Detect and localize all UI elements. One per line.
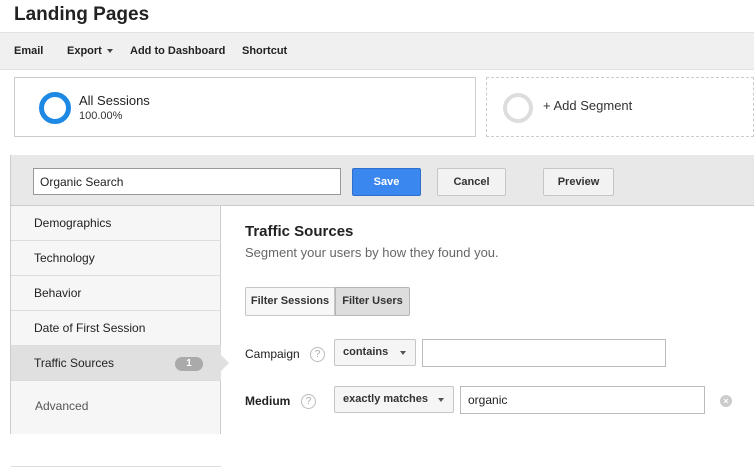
export-label: Export — [67, 45, 102, 57]
segment-editor-header: Save Cancel Preview — [11, 155, 754, 206]
export-dropdown[interactable]: Export — [67, 45, 113, 57]
segment-all-sessions[interactable]: All Sessions 100.00% — [14, 77, 476, 137]
campaign-label: Campaign — [245, 347, 300, 361]
shortcut-button[interactable]: Shortcut — [242, 45, 287, 57]
segment-name-input[interactable] — [33, 168, 341, 195]
segment-editor: Save Cancel Preview Demographics Technol… — [10, 155, 754, 467]
panel-subtitle: Segment your users by how they found you… — [245, 245, 499, 260]
sidebar-advanced-heading: Advanced — [35, 399, 89, 413]
medium-help-icon[interactable]: ? — [301, 394, 316, 409]
medium-operator-dropdown[interactable]: exactly matches — [334, 386, 454, 413]
preview-button[interactable]: Preview — [543, 168, 614, 196]
report-toolbar: Email Export Add to Dashboard Shortcut — [0, 32, 754, 70]
add-segment-label: + Add Segment — [543, 98, 633, 113]
campaign-value-input[interactable] — [422, 339, 666, 367]
active-arrow-icon — [221, 355, 229, 371]
segment-percent: 100.00% — [79, 110, 123, 122]
sidebar-item-label: Traffic Sources — [34, 356, 115, 370]
filter-sessions-toggle[interactable]: Filter Sessions — [245, 287, 335, 316]
sidebar-item-label: Technology — [34, 251, 95, 265]
segment-category-sidebar: Demographics Technology Behavior Date of… — [11, 206, 229, 467]
email-button[interactable]: Email — [14, 45, 43, 57]
operator-label: contains — [343, 346, 389, 358]
chevron-down-icon — [438, 398, 444, 402]
operator-label: exactly matches — [343, 393, 428, 405]
add-segment-button[interactable]: + Add Segment — [486, 77, 754, 137]
chevron-down-icon — [400, 351, 406, 355]
campaign-help-icon[interactable]: ? — [310, 347, 325, 362]
cancel-button[interactable]: Cancel — [437, 168, 506, 196]
sidebar-item-date-of-first-session[interactable]: Date of First Session — [11, 311, 221, 346]
add-to-dashboard-button[interactable]: Add to Dashboard — [130, 45, 225, 57]
sidebar-item-technology[interactable]: Technology — [11, 241, 221, 276]
panel-title: Traffic Sources — [245, 223, 354, 240]
filter-users-toggle[interactable]: Filter Users — [335, 287, 410, 316]
page-title: Landing Pages — [14, 4, 150, 25]
remove-condition-icon[interactable]: × — [720, 395, 732, 407]
segment-ring-icon — [39, 92, 71, 124]
segment-name: All Sessions — [79, 93, 150, 108]
sidebar-item-demographics[interactable]: Demographics — [11, 206, 221, 241]
medium-value-input[interactable] — [460, 386, 705, 414]
sidebar-item-behavior[interactable]: Behavior — [11, 276, 221, 311]
save-button[interactable]: Save — [352, 168, 421, 196]
sidebar-item-traffic-sources[interactable]: Traffic Sources 1 — [11, 346, 229, 381]
medium-label: Medium — [245, 394, 291, 408]
sidebar-item-label: Behavior — [34, 286, 82, 300]
chevron-down-icon — [106, 49, 113, 54]
condition-count-badge: 1 — [175, 357, 203, 371]
sidebar-item-label: Demographics — [34, 216, 112, 230]
sidebar-item-label: Date of First Session — [34, 321, 146, 335]
empty-segment-ring-icon — [503, 93, 533, 123]
campaign-operator-dropdown[interactable]: contains — [334, 339, 416, 366]
